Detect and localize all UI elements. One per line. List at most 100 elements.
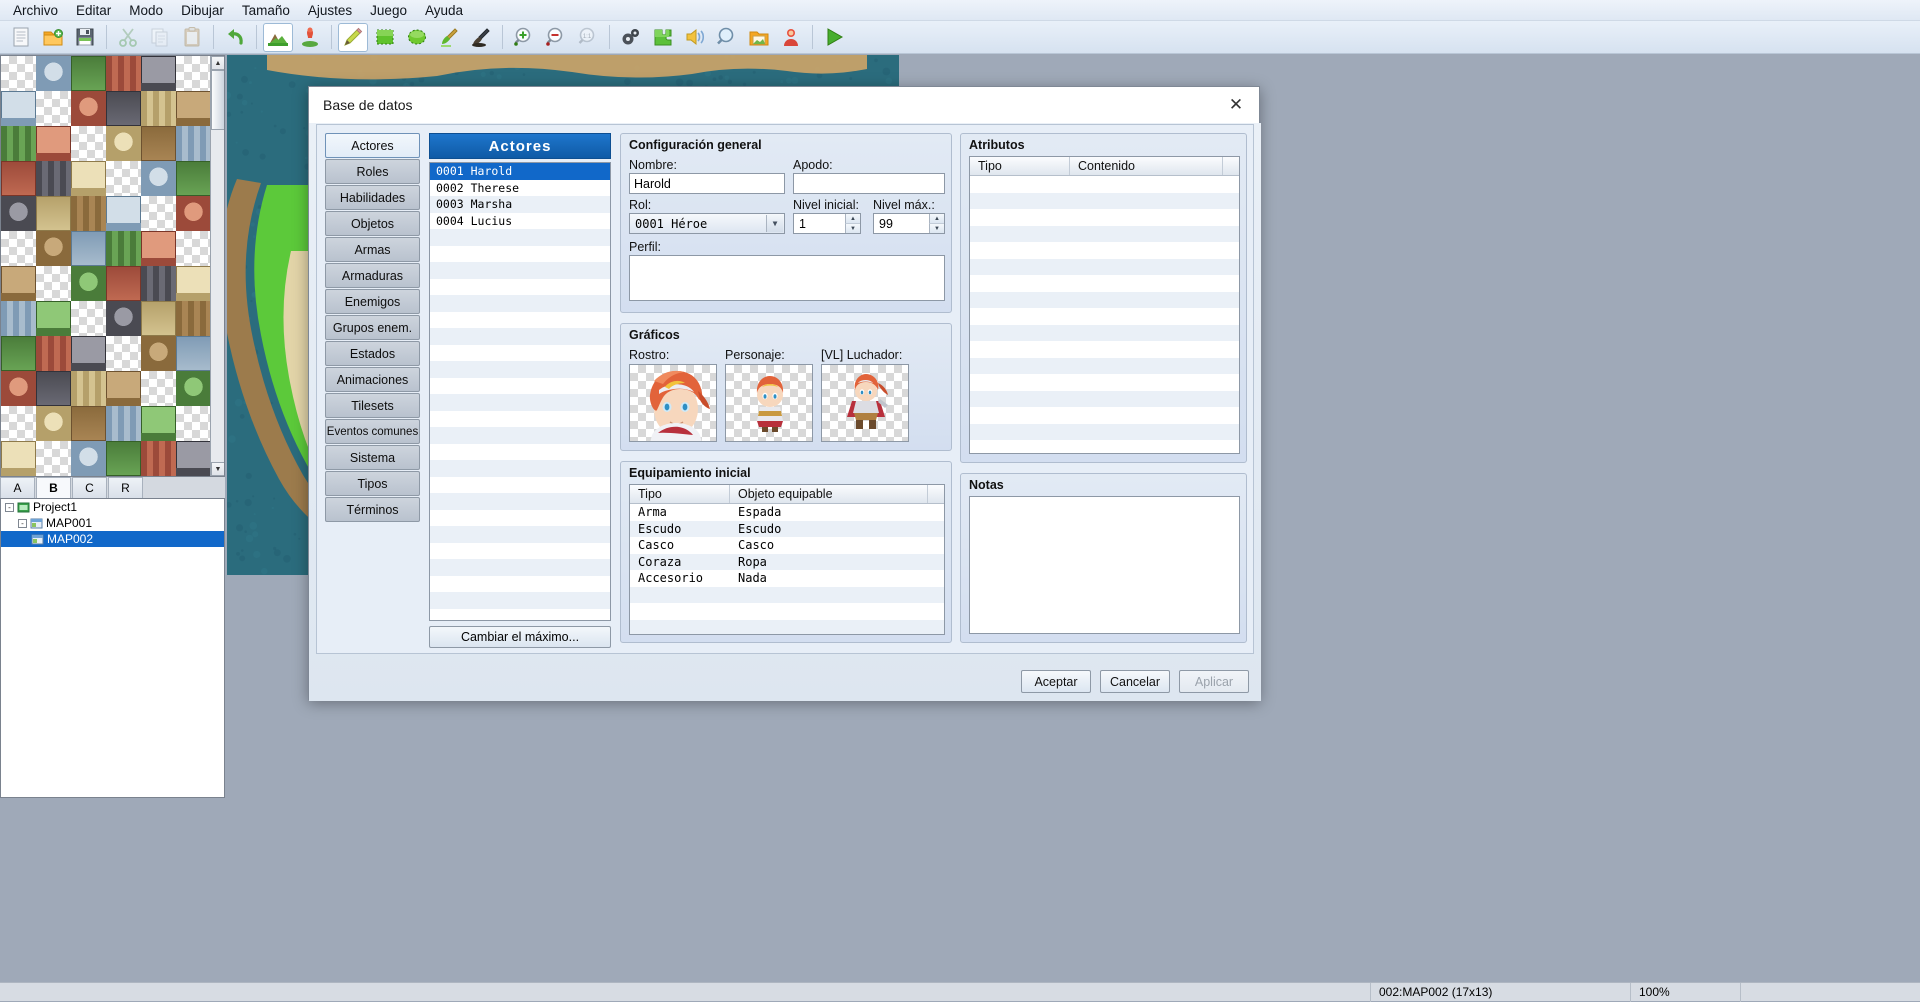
tile-cell[interactable] — [36, 196, 71, 231]
tile-cell[interactable] — [36, 266, 71, 301]
tab-tipos[interactable]: Tipos — [325, 471, 420, 496]
tile-cell[interactable] — [106, 231, 141, 266]
tile-cell[interactable] — [106, 196, 141, 231]
tile-cell[interactable] — [141, 301, 176, 336]
tile-cell[interactable] — [36, 336, 71, 371]
menu-ayuda[interactable]: Ayuda — [416, 1, 472, 20]
tile-cell[interactable] — [1, 266, 36, 301]
table-row-empty[interactable] — [970, 325, 1239, 342]
table-row-empty[interactable] — [970, 407, 1239, 424]
stepper-buttons[interactable]: ▲ ▼ — [929, 214, 944, 233]
tile-cell[interactable] — [1, 371, 36, 406]
tile-cell[interactable] — [71, 336, 106, 371]
ok-button[interactable]: Aceptar — [1021, 670, 1091, 693]
table-row-empty[interactable] — [970, 424, 1239, 441]
cut-icon[interactable] — [113, 23, 143, 52]
change-max-button[interactable]: Cambiar el máximo... — [429, 626, 611, 648]
tab-grupos-enem[interactable]: Grupos enem. — [325, 315, 420, 340]
menu-tamano[interactable]: Tamaño — [233, 1, 299, 20]
tileset-tab-b[interactable]: B — [36, 477, 71, 498]
list-item-empty[interactable] — [430, 361, 610, 378]
table-row-empty[interactable] — [970, 176, 1239, 193]
tile-cell[interactable] — [106, 406, 141, 441]
tile-cell[interactable] — [1, 196, 36, 231]
playtest-icon[interactable] — [819, 23, 849, 52]
zoom-out-icon[interactable] — [541, 23, 571, 52]
list-item-empty[interactable] — [430, 576, 610, 593]
tile-cell[interactable] — [141, 266, 176, 301]
event-search-icon[interactable] — [712, 23, 742, 52]
tile-cell[interactable] — [71, 231, 106, 266]
tile-cell[interactable] — [71, 441, 106, 476]
tileset-tab-a[interactable]: A — [0, 477, 35, 498]
equipment-table[interactable]: Tipo Objeto equipable Arma Espada Escudo… — [629, 484, 945, 635]
tile-cell[interactable] — [1, 301, 36, 336]
tile-cell[interactable] — [141, 196, 176, 231]
tab-armas[interactable]: Armas — [325, 237, 420, 262]
table-row-empty[interactable] — [970, 358, 1239, 375]
flood-fill-icon[interactable] — [434, 23, 464, 52]
table-row-empty[interactable] — [630, 603, 944, 620]
menu-dibujar[interactable]: Dibujar — [172, 1, 233, 20]
plugin-manager-icon[interactable] — [648, 23, 678, 52]
table-row[interactable]: Coraza Ropa — [630, 554, 944, 571]
new-project-icon[interactable] — [6, 23, 36, 52]
menu-modo[interactable]: Modo — [120, 1, 172, 20]
battler-graphic[interactable] — [821, 364, 909, 442]
tree-node-map002[interactable]: MAP002 — [1, 531, 224, 547]
character-graphic[interactable] — [725, 364, 813, 442]
tree-node-project[interactable]: - Project1 — [1, 499, 224, 515]
tile-cell[interactable] — [71, 126, 106, 161]
tile-cell[interactable] — [176, 336, 211, 371]
list-item[interactable]: 0003 Marsha — [430, 196, 610, 213]
tile-cell[interactable] — [141, 371, 176, 406]
tile-cell[interactable] — [106, 441, 141, 476]
class-select[interactable]: 0001 Héroe ▼ — [629, 213, 785, 234]
tab-animaciones[interactable]: Animaciones — [325, 367, 420, 392]
tile-cell[interactable] — [71, 91, 106, 126]
stepper-buttons[interactable]: ▲ ▼ — [845, 214, 860, 233]
shadow-pen-icon[interactable] — [466, 23, 496, 52]
tile-cell[interactable] — [141, 91, 176, 126]
tile-cell[interactable] — [106, 301, 141, 336]
tileset-tab-r[interactable]: R — [108, 477, 143, 498]
list-item-empty[interactable] — [430, 493, 610, 510]
tile-cell[interactable] — [141, 231, 176, 266]
tile-cell[interactable] — [36, 56, 71, 91]
tile-cell[interactable] — [36, 91, 71, 126]
cancel-button[interactable]: Cancelar — [1100, 670, 1170, 693]
tab-enemigos[interactable]: Enemigos — [325, 289, 420, 314]
zoom-in-icon[interactable] — [509, 23, 539, 52]
character-generator-icon[interactable] — [776, 23, 806, 52]
tile-cell[interactable] — [141, 126, 176, 161]
tileset-scrollbar[interactable]: ▲ ▼ — [210, 56, 224, 476]
initial-level-stepper[interactable]: 1 ▲ ▼ — [793, 213, 861, 234]
table-row-empty[interactable] — [630, 620, 944, 636]
tile-cell[interactable] — [141, 406, 176, 441]
tile-cell[interactable] — [36, 441, 71, 476]
tile-cell[interactable] — [71, 266, 106, 301]
profile-textarea[interactable] — [629, 255, 945, 301]
tab-terminos[interactable]: Términos — [325, 497, 420, 522]
tile-cell[interactable] — [176, 91, 211, 126]
tile-cell[interactable] — [176, 406, 211, 441]
table-row-empty[interactable] — [630, 587, 944, 604]
tile-cell[interactable] — [71, 371, 106, 406]
tileset-palette[interactable]: ▲ ▼ — [0, 55, 225, 477]
tile-cell[interactable] — [36, 126, 71, 161]
nickname-input[interactable] — [793, 173, 945, 194]
list-item-empty[interactable] — [430, 460, 610, 477]
tile-cell[interactable] — [1, 91, 36, 126]
tile-cell[interactable] — [71, 56, 106, 91]
tileset-tab-c[interactable]: C — [72, 477, 107, 498]
tile-cell[interactable] — [106, 126, 141, 161]
tile-cell[interactable] — [176, 56, 211, 91]
undo-icon[interactable] — [220, 23, 250, 52]
tile-cell[interactable] — [1, 161, 36, 196]
list-item[interactable]: 0002 Therese — [430, 180, 610, 197]
tile-cell[interactable] — [106, 56, 141, 91]
tile-cell[interactable] — [176, 441, 211, 476]
tile-cell[interactable] — [36, 231, 71, 266]
tab-sistema[interactable]: Sistema — [325, 445, 420, 470]
list-item-empty[interactable] — [430, 246, 610, 263]
